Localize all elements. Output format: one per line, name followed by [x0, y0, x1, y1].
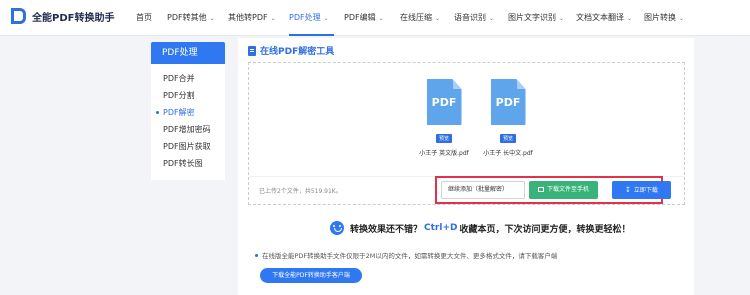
- sidebar-item-pdf-split[interactable]: PDF分割: [151, 87, 225, 104]
- file-name: 小王子 英文版.pdf: [419, 150, 469, 157]
- smile-icon: [330, 221, 344, 235]
- preview-button[interactable]: 预览: [499, 134, 516, 143]
- action-highlight-box: 继续添加（批量解密） 下载文件至手机 ↧ 立即下载: [435, 176, 671, 204]
- sidebar-item-pdf-add-password[interactable]: PDF增加密码: [151, 121, 225, 138]
- brand-logo-icon: [10, 8, 26, 24]
- download-to-phone-button[interactable]: 下载文件至手机: [529, 181, 598, 199]
- size-limit-notice: 在线版全能PDF转换助手文件仅限于2M以内的文件，如需转换更大文件、更多格式文件…: [255, 250, 557, 260]
- tool-title-text: 在线PDF解密工具: [260, 47, 335, 57]
- top-navbar: 全能PDF转换助手 首页 PDF转其他 ⌄ 其他转PDF ⌄ PDF处理 ⌄ PDF编…: [0, 0, 750, 36]
- nav-label: 首页: [136, 13, 152, 22]
- nav-label: 图片转换: [644, 13, 676, 22]
- chevron-down-icon: ⌄: [627, 15, 633, 22]
- nav-label: 其他转PDF: [228, 13, 268, 22]
- bookmark-promo: 转换效果还不错？ Ctrl+D 收藏本页，下次访问更方便，转换更轻松！: [330, 221, 630, 235]
- sidebar: PDF处理 PDF合并 PDF分割 PDF解密 PDF增加密码 PDF图片获取 …: [151, 42, 225, 180]
- nav-item-compress[interactable]: 在线压缩 ⌄: [400, 0, 454, 36]
- nav-label: 文档文本翻译: [576, 13, 624, 22]
- document-icon: [248, 45, 256, 56]
- sidebar-list: PDF合并 PDF分割 PDF解密 PDF增加密码 PDF图片获取 PDF转长图: [151, 64, 225, 180]
- sidebar-item-pdf-decrypt[interactable]: PDF解密: [151, 104, 225, 121]
- chevron-down-icon: ⌄: [559, 15, 565, 22]
- nav-item-pdf-to-other[interactable]: PDF转其他 ⌄: [167, 0, 228, 36]
- pdf-icon-text: PDF: [495, 96, 521, 109]
- nav-label: PDF转其他: [167, 13, 207, 22]
- chevron-down-icon: ⌄: [435, 15, 441, 22]
- nav-item-speech[interactable]: 语音识别 ⌄: [454, 0, 508, 36]
- brand-name: 全能PDF转换助手: [32, 12, 115, 24]
- upload-summary: 已上传2个文件，共519.91K。: [259, 188, 342, 195]
- download-icon: ↧: [625, 186, 631, 194]
- nav-label: PDF处理: [289, 13, 321, 22]
- sidebar-item-pdf-image-extract[interactable]: PDF图片获取: [151, 138, 225, 155]
- chevron-down-icon: ⌄: [679, 15, 685, 22]
- pdf-file-icon: PDF: [490, 79, 526, 125]
- button-label: 立即下载: [633, 187, 658, 194]
- download-client-button[interactable]: 下载全能PDF转换助手客户端: [260, 268, 362, 283]
- nav-item-image-convert[interactable]: 图片转换 ⌄: [644, 0, 694, 36]
- tool-title: 在线PDF解密工具: [248, 44, 334, 57]
- promo-shortcut: Ctrl+D: [424, 223, 458, 233]
- promo-text-after: 收藏本页，下次访问更方便，转换更轻松！: [459, 224, 631, 235]
- chevron-down-icon: ⌄: [323, 15, 329, 22]
- button-label: 下载文件至手机: [546, 186, 589, 193]
- nav-label: 语音识别: [454, 13, 486, 22]
- chevron-down-icon: ⌄: [489, 15, 495, 22]
- download-now-button[interactable]: ↧ 立即下载: [612, 181, 671, 199]
- pdf-icon-text: PDF: [431, 96, 457, 109]
- main-nav: 首页 PDF转其他 ⌄ 其他转PDF ⌄ PDF处理 ⌄ PDF编辑 ⌄ 在线压缩 ⌄ 语…: [136, 0, 694, 36]
- preview-button[interactable]: 预览: [435, 134, 452, 143]
- phone-icon: [537, 187, 544, 192]
- pdf-file-icon: PDF: [426, 79, 462, 125]
- promo-text-before: 转换效果还不错？: [350, 224, 423, 235]
- sidebar-item-pdf-merge[interactable]: PDF合并: [151, 70, 225, 87]
- nav-label: 图片文字识别: [508, 13, 556, 22]
- sidebar-title: PDF处理: [151, 42, 225, 64]
- file-card[interactable]: PDF 预览 小王子 英文版.pdf: [409, 79, 479, 157]
- nav-item-pdf-processing[interactable]: PDF处理 ⌄: [289, 0, 334, 36]
- file-card[interactable]: PDF 预览 小王子 长中文.pdf: [473, 79, 543, 157]
- nav-item-pdf-edit[interactable]: PDF编辑 ⌄: [344, 0, 400, 36]
- sidebar-item-pdf-to-long-image[interactable]: PDF转长图: [151, 155, 225, 172]
- nav-item-ocr[interactable]: 图片文字识别 ⌄: [508, 0, 576, 36]
- nav-label: 在线压缩: [400, 13, 432, 22]
- nav-item-home[interactable]: 首页: [136, 0, 167, 36]
- file-name: 小王子 长中文.pdf: [483, 150, 533, 157]
- nav-item-other-to-pdf[interactable]: 其他转PDF ⌄: [228, 0, 289, 36]
- nav-item-translate[interactable]: 文档文本翻译 ⌄: [576, 0, 644, 36]
- nav-label: PDF编辑: [344, 13, 376, 22]
- continue-add-button[interactable]: 继续添加（批量解密）: [441, 181, 525, 199]
- chevron-down-icon: ⌄: [270, 15, 276, 22]
- brand[interactable]: 全能PDF转换助手: [10, 8, 114, 24]
- chevron-down-icon: ⌄: [378, 15, 384, 22]
- chevron-down-icon: ⌄: [209, 15, 215, 22]
